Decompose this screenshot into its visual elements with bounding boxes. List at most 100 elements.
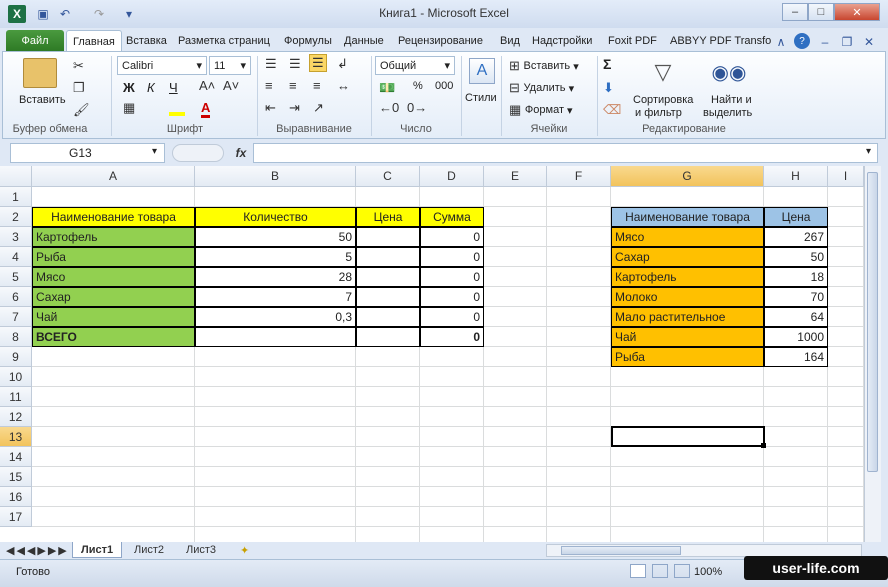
table1-value-cell[interactable]: 0 <box>420 267 484 287</box>
page-layout-view-icon[interactable] <box>652 564 668 578</box>
align-middle-icon[interactable]: ☰ <box>289 56 301 72</box>
table1-name-cell[interactable]: Мясо <box>32 267 195 287</box>
align-bottom-icon[interactable]: ☰ <box>309 54 327 72</box>
tab-file[interactable]: Файл <box>6 30 64 51</box>
sheet-tab-3[interactable]: Лист3 <box>178 542 224 558</box>
table1-name-cell[interactable]: Рыба <box>32 247 195 267</box>
thousands-button[interactable]: 000 <box>435 80 453 92</box>
fill-icon[interactable]: ⬇ <box>603 80 614 96</box>
table1-value-cell[interactable]: 28 <box>195 267 356 287</box>
font-size-select[interactable]: 11 ▾ <box>209 56 251 75</box>
copy-icon[interactable]: ❐ <box>73 80 85 96</box>
paste-button[interactable]: Вставить <box>19 94 66 106</box>
delete-cells-button[interactable]: ⊟ Удалить ▾ <box>509 80 574 96</box>
row-header-6[interactable]: 6 <box>0 287 32 307</box>
number-format-select[interactable]: Общий ▾ <box>375 56 455 75</box>
row-header-16[interactable]: 16 <box>0 487 32 507</box>
doc-close-icon[interactable]: ✕ <box>860 33 878 51</box>
column-header-b[interactable]: B <box>195 166 356 187</box>
styles-icon[interactable]: A <box>469 58 495 84</box>
collapse-ribbon-icon[interactable]: ∧ <box>772 33 790 51</box>
table1-value-cell[interactable] <box>356 287 420 307</box>
row-header-9[interactable]: 9 <box>0 347 32 367</box>
column-header-g[interactable]: G <box>611 166 764 187</box>
find-select-line2[interactable]: выделить <box>703 107 752 119</box>
column-header-d[interactable]: D <box>420 166 484 187</box>
chevron-down-icon[interactable]: ▾ <box>152 146 157 157</box>
table2-value-cell[interactable]: 70 <box>764 287 828 307</box>
insert-cells-button[interactable]: ⊞ Вставить ▾ <box>509 58 579 74</box>
active-cell-selection[interactable] <box>611 426 765 447</box>
bold-button[interactable]: Ж <box>123 80 135 95</box>
name-box[interactable]: G13 <box>10 143 165 163</box>
table2-value-cell[interactable]: 64 <box>764 307 828 327</box>
row-header-17[interactable]: 17 <box>0 507 32 527</box>
table1-value-cell[interactable]: 0 <box>420 307 484 327</box>
borders-icon[interactable]: ▦ <box>123 100 135 116</box>
vertical-scrollbar[interactable] <box>864 166 881 542</box>
zoom-level[interactable]: 100% <box>694 566 722 578</box>
doc-minimize-icon[interactable]: – <box>816 33 834 51</box>
sort-filter-line1[interactable]: Сортировка <box>633 94 693 106</box>
doc-restore-icon[interactable]: ❐ <box>838 33 856 51</box>
table1-name-cell[interactable]: ВСЕГО <box>32 327 195 347</box>
italic-button[interactable]: К <box>147 80 155 95</box>
row-header-11[interactable]: 11 <box>0 387 32 407</box>
table1-value-cell[interactable] <box>356 267 420 287</box>
sort-filter-icon[interactable]: ▽ <box>649 58 677 86</box>
normal-view-icon[interactable] <box>630 564 646 578</box>
tab-formulas[interactable]: Формулы <box>278 30 338 52</box>
align-right-icon[interactable]: ≡ <box>313 78 321 93</box>
orientation-icon[interactable]: ↗ <box>313 100 324 116</box>
row-header-2[interactable]: 2 <box>0 207 32 227</box>
formula-bar-divider[interactable] <box>172 144 224 162</box>
align-center-icon[interactable]: ≡ <box>289 78 297 93</box>
fill-handle[interactable] <box>761 443 766 448</box>
table1-value-cell[interactable]: 0 <box>420 287 484 307</box>
table1-value-cell[interactable] <box>356 227 420 247</box>
table1-value-cell[interactable]: 50 <box>195 227 356 247</box>
row-header-1[interactable]: 1 <box>0 187 32 207</box>
table2-name-cell[interactable]: Сахар <box>611 247 764 267</box>
help-icon[interactable]: ? <box>794 33 810 49</box>
row-header-10[interactable]: 10 <box>0 367 32 387</box>
font-name-select[interactable]: Calibri ▾ <box>117 56 207 75</box>
insert-function-button[interactable]: fx <box>230 143 252 163</box>
table2-value-cell[interactable]: 18 <box>764 267 828 287</box>
row-header-14[interactable]: 14 <box>0 447 32 467</box>
styles-button[interactable]: Стили <box>465 92 497 104</box>
clear-icon[interactable]: ⌫ <box>603 102 621 118</box>
table2-value-cell[interactable]: 1000 <box>764 327 828 347</box>
formula-input[interactable] <box>253 143 878 163</box>
column-header-i[interactable]: I <box>828 166 864 187</box>
clipboard-paste-icon[interactable] <box>23 58 57 88</box>
table1-header-cell[interactable]: Сумма <box>420 207 484 227</box>
scroll-thumb[interactable] <box>867 172 878 472</box>
merge-center-icon[interactable]: ↔ <box>337 78 350 93</box>
table1-value-cell[interactable]: 0,3 <box>195 307 356 327</box>
page-break-view-icon[interactable] <box>674 564 690 578</box>
row-header-8[interactable]: 8 <box>0 327 32 347</box>
fill-color-icon[interactable] <box>169 102 185 116</box>
increase-indent-icon[interactable]: ⇥ <box>289 100 300 116</box>
minimize-button[interactable]: – <box>782 3 808 21</box>
tab-foxit[interactable]: Foxit PDF <box>602 30 663 52</box>
h-scroll-thumb[interactable] <box>561 546 681 555</box>
row-header-3[interactable]: 3 <box>0 227 32 247</box>
table1-name-cell[interactable]: Картофель <box>32 227 195 247</box>
column-header-c[interactable]: C <box>356 166 420 187</box>
maximize-button[interactable]: □ <box>808 3 834 21</box>
decrease-decimal-icon[interactable]: 0→ <box>407 100 427 115</box>
tab-page-layout[interactable]: Разметка страниц <box>172 30 276 52</box>
grow-font-icon[interactable]: A˄ <box>199 78 215 93</box>
table2-name-cell[interactable]: Мясо <box>611 227 764 247</box>
row-header-4[interactable]: 4 <box>0 247 32 267</box>
wrap-text-icon[interactable]: ↲ <box>337 56 348 72</box>
table2-header-cell[interactable]: Цена <box>764 207 828 227</box>
format-painter-icon[interactable]: 🖌 <box>73 102 90 118</box>
column-header-a[interactable]: A <box>32 166 195 187</box>
table2-name-cell[interactable]: Картофель <box>611 267 764 287</box>
autosum-button[interactable]: Σ <box>603 56 611 72</box>
sheet-nav-arrows[interactable]: ◀◀◀▶▶▶ <box>4 542 71 558</box>
tab-view[interactable]: Вид <box>494 30 526 52</box>
